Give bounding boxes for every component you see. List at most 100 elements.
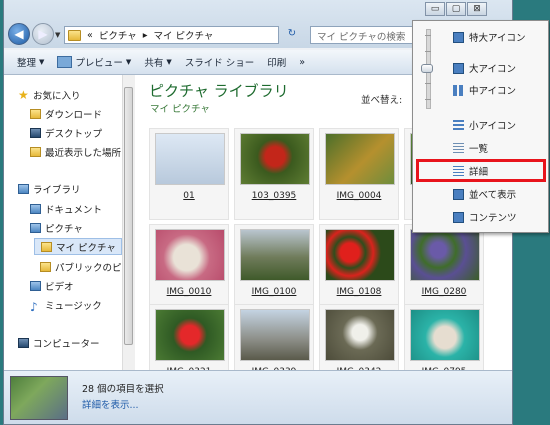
menu-label: 中アイコン: [469, 86, 517, 97]
file-name: IMG_0004: [336, 191, 382, 201]
slider-tick: [425, 99, 431, 100]
thumbnail: [240, 229, 310, 281]
view-small-icons[interactable]: 小アイコン: [413, 116, 548, 134]
content-view-icon: [453, 211, 464, 223]
close-button[interactable]: ⊠: [467, 2, 487, 16]
maximize-button[interactable]: ▢: [446, 2, 466, 16]
library-icon: [18, 183, 29, 194]
nav-recent[interactable]: 最近表示した場所: [30, 144, 121, 159]
nav-label: コンピューター: [33, 338, 100, 350]
nav-label: お気に入り: [33, 90, 81, 102]
share-button[interactable]: 共有 ▼: [144, 55, 171, 69]
library-subtitle: マイ ピクチャ: [150, 104, 210, 115]
nav-label: ドキュメント: [45, 204, 103, 216]
thumbnail: [325, 133, 395, 185]
show-details-link[interactable]: 詳細を表示...: [82, 397, 139, 411]
file-tile[interactable]: 01: [149, 128, 229, 220]
folder-icon: [41, 241, 52, 252]
nav-downloads[interactable]: ダウンロード: [30, 106, 102, 121]
organize-label: 整理: [17, 58, 37, 69]
share-label: 共有: [144, 58, 164, 69]
list-icon: [453, 142, 464, 154]
menu-label: コンテンツ: [469, 213, 517, 224]
extra-large-icons-icon: [453, 31, 464, 43]
folder-icon: [40, 261, 51, 272]
refresh-icon[interactable]: ↻: [284, 28, 300, 42]
breadcrumb-separator[interactable]: ▸: [143, 30, 148, 41]
nav-label: デスクトップ: [45, 128, 103, 140]
file-tile[interactable]: IMG_0004: [319, 128, 399, 220]
details-pane: 28 個の項目を選択 詳細を表示...: [4, 370, 512, 424]
selection-count: 28 個の項目を選択: [82, 384, 164, 395]
view-extra-large-icons[interactable]: 特大アイコン: [413, 28, 548, 46]
chevron-down-icon: ▼: [166, 58, 172, 66]
file-name: IMG_0010: [166, 287, 212, 297]
thumbnail: [155, 229, 225, 281]
more-label: »: [299, 56, 306, 68]
chevron-down-icon: ▼: [125, 58, 132, 66]
thumbnail: [325, 309, 395, 361]
recent-places-icon: [30, 146, 41, 157]
file-tile[interactable]: 103_0395: [234, 128, 314, 220]
thumbnail: [240, 309, 310, 361]
breadcrumb-my-pictures[interactable]: マイ ピクチャ: [154, 28, 214, 42]
organize-button[interactable]: 整理 ▼: [17, 55, 44, 69]
file-name: 01: [183, 191, 195, 201]
nav-computer[interactable]: コンピューター: [18, 335, 100, 350]
slideshow-button[interactable]: スライド ショー: [185, 55, 255, 69]
back-button[interactable]: ◀: [8, 23, 30, 45]
file-name: IMG_0280: [421, 287, 467, 297]
large-icons-icon: [453, 62, 464, 74]
nav-music[interactable]: ♪ ミュージック: [30, 297, 102, 314]
file-tile[interactable]: IMG_0108: [319, 224, 399, 316]
print-label: 印刷: [267, 58, 287, 69]
nav-label: ビデオ: [45, 281, 74, 293]
thumbnail: [155, 133, 225, 185]
thumbnail: [410, 229, 480, 281]
nav-label: ライブラリ: [33, 184, 81, 196]
forward-button[interactable]: ▶: [32, 23, 54, 45]
nav-desktop[interactable]: デスクトップ: [30, 125, 102, 140]
view-list[interactable]: 一覧: [413, 139, 548, 157]
address-bar[interactable]: « ピクチャ ▸ マイ ピクチャ: [64, 26, 279, 44]
view-tiles[interactable]: 並べて表示: [413, 185, 548, 203]
nav-scrollbar[interactable]: [122, 75, 135, 370]
view-content[interactable]: コンテンツ: [413, 208, 548, 226]
nav-documents[interactable]: ドキュメント: [30, 201, 102, 216]
print-button[interactable]: 印刷: [267, 55, 286, 69]
details-highlight-box: [416, 159, 546, 182]
file-tile[interactable]: IMG_0280: [404, 224, 484, 316]
nav-video[interactable]: ビデオ: [30, 278, 74, 293]
menu-label: 一覧: [469, 144, 489, 155]
nav-favorites[interactable]: ★ お気に入り: [18, 87, 81, 102]
preview-button[interactable]: プレビュー ▼: [57, 55, 131, 69]
address-prefix: «: [87, 29, 93, 41]
nav-label: ピクチャ: [45, 223, 83, 235]
nav-my-pictures[interactable]: マイ ピクチャ: [34, 238, 122, 255]
music-icon: ♪: [30, 299, 38, 314]
history-dropdown-icon[interactable]: ▼: [55, 31, 60, 39]
view-menu: 特大アイコン 大アイコン 中アイコン 小アイコン 一覧 詳細 並べて表示 コンテ…: [412, 20, 549, 233]
view-large-icons[interactable]: 大アイコン: [413, 59, 548, 77]
navigation-pane: ★ お気に入り ダウンロード デスクトップ 最近表示した場所 ライブラリ ドキュメ…: [4, 75, 123, 370]
file-tile[interactable]: IMG_0100: [234, 224, 314, 316]
medium-icons-icon: [453, 84, 464, 96]
file-tile[interactable]: IMG_0010: [149, 224, 229, 316]
file-name: IMG_0100: [251, 287, 297, 297]
documents-icon: [30, 203, 41, 214]
more-commands-button[interactable]: »: [299, 57, 305, 68]
scrollbar-thumb[interactable]: [124, 87, 133, 345]
nav-pictures[interactable]: ピクチャ: [30, 220, 83, 235]
small-icons-icon: [453, 119, 464, 131]
pictures-icon: [30, 222, 41, 233]
thumbnail: [155, 309, 225, 361]
nav-label: マイ ピクチャ: [56, 242, 116, 254]
sort-by-label[interactable]: 並べ替え:: [361, 92, 402, 106]
nav-libraries[interactable]: ライブラリ: [18, 181, 81, 196]
breadcrumb-pictures[interactable]: ピクチャ: [99, 28, 137, 42]
file-name: IMG_0108: [336, 287, 382, 297]
nav-public-pictures[interactable]: パブリックのピ: [40, 259, 122, 274]
minimize-button[interactable]: ▭: [425, 2, 445, 16]
view-medium-icons[interactable]: 中アイコン: [413, 81, 548, 99]
preview-icon: [57, 56, 73, 68]
